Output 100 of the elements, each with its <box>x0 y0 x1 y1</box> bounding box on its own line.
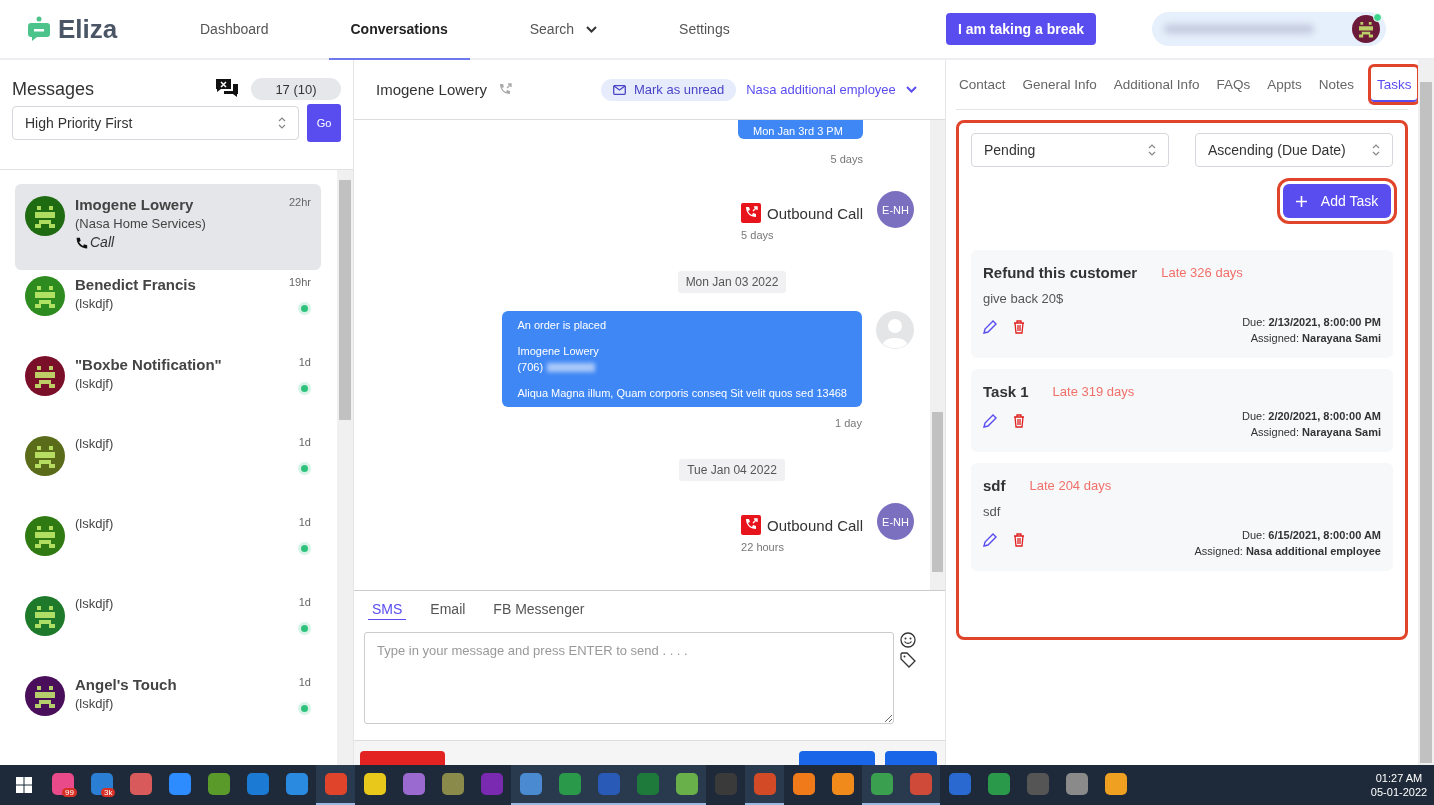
edit-icon[interactable] <box>983 414 997 428</box>
task-description: give back 20$ <box>983 291 1065 306</box>
chat-close-icon[interactable] <box>215 78 239 100</box>
task-title: Task 1 <box>983 383 1029 400</box>
agent-avatar: E-NH <box>877 503 914 540</box>
logo-text: Eliza <box>58 13 118 45</box>
task-description: sdf <box>983 504 1002 519</box>
chevron-down-icon <box>586 25 598 33</box>
emoji-icon[interactable] <box>900 632 916 648</box>
notification-badge: 3k <box>101 788 116 797</box>
channel-tab[interactable]: FB Messenger <box>489 601 589 620</box>
taskbar-app[interactable] <box>511 765 550 805</box>
delete-icon[interactable] <box>1013 320 1025 334</box>
tag-icon[interactable] <box>900 652 916 668</box>
contact-company: (lskdjf) <box>75 296 115 311</box>
contact-company: (lskdjf) <box>75 596 115 611</box>
logo-icon <box>28 16 50 42</box>
message-input[interactable]: Type in your message and press ENTER to send . . . . <box>364 632 894 724</box>
contact-name: Imogene Lowery <box>376 81 487 98</box>
time-label: 1 day <box>835 417 862 429</box>
taskbar-app[interactable]: 3k <box>82 765 121 805</box>
contact-name: "Boxbe Notification" <box>75 356 223 373</box>
taskbar-app[interactable] <box>745 765 784 805</box>
edit-icon[interactable] <box>983 533 997 547</box>
details-tab[interactable]: General Info <box>1019 71 1100 98</box>
sort-select[interactable]: High Priority First <box>12 106 300 140</box>
phone-icon <box>75 237 88 250</box>
sort-icon <box>1148 143 1156 157</box>
time-label: 1d <box>298 356 311 368</box>
agent-avatar: E-NH <box>877 191 914 228</box>
task-due: Due: 2/13/2021, 8:00:00 PM <box>1242 316 1381 328</box>
taskbar-app[interactable] <box>862 765 901 805</box>
clock-date: 05-01-2022 <box>1370 786 1428 798</box>
taskbar-app[interactable] <box>667 765 706 805</box>
time-label: 1d <box>298 436 311 448</box>
task-status: Late 326 days <box>1161 265 1243 280</box>
contact-company: (lskdjf) <box>75 376 115 391</box>
task-due: Due: 6/15/2021, 8:00:00 AM <box>1242 529 1381 541</box>
task-due: Due: 2/20/2021, 8:00:00 AM <box>1242 410 1381 422</box>
agent-dropdown[interactable]: Nasa additional employee <box>746 82 917 97</box>
time-label: 1d <box>298 516 311 528</box>
message-bubble: Mon Jan 3rd 3 PM <box>738 120 863 139</box>
task-status: Late 319 days <box>1052 384 1135 399</box>
details-tab[interactable]: FAQs <box>1213 71 1254 98</box>
edit-icon[interactable] <box>983 320 997 334</box>
conversation-item[interactable]: Imogene Lowery (Nasa Home Services) Call 22hr <box>15 184 321 270</box>
time-label: 1d <box>298 596 311 608</box>
channel-label: Call <box>75 234 279 250</box>
sort-icon <box>278 116 287 130</box>
break-button[interactable]: I am taking a break <box>945 13 1096 45</box>
plus-icon <box>1295 195 1307 207</box>
windows-icon <box>15 777 32 793</box>
nav-tab[interactable]: Settings <box>657 0 752 60</box>
call-label: Outbound Call <box>741 203 863 223</box>
taskbar-app[interactable] <box>316 765 355 805</box>
go-button[interactable]: Go <box>307 104 341 142</box>
call-label: Outbound Call <box>741 515 863 535</box>
contact-name: Benedict Francis <box>75 276 197 293</box>
contact-name: Imogene Lowery <box>75 196 195 213</box>
taskbar-app[interactable]: 99 <box>43 765 82 805</box>
sort-icon <box>1372 143 1380 157</box>
clock-time: 01:27 AM <box>1375 772 1423 784</box>
message-bubble: An order is placed Imogene Lowery (706) Aliqua Magna illum, Quam corporis conseq Sit velit quos sed 13468 <box>502 311 862 407</box>
delete-icon[interactable] <box>1013 533 1025 547</box>
scrollbar[interactable] <box>930 120 945 590</box>
contact-company: (lskdjf) <box>75 696 115 711</box>
time-label: 5 days <box>741 229 774 241</box>
contact-company: (lskdjf) <box>75 436 115 451</box>
user-menu[interactable] <box>1152 12 1386 46</box>
person-avatar <box>876 311 914 349</box>
channel-tab[interactable]: SMS <box>368 601 407 620</box>
time-label: 19hr <box>288 276 311 288</box>
task-title: sdf <box>983 477 1006 494</box>
task-assignee: Assigned: Nasa additional employee <box>1194 545 1381 557</box>
notification-badge: 99 <box>62 788 77 797</box>
details-tab[interactable]: Notes <box>1315 71 1357 98</box>
mail-icon <box>612 84 626 95</box>
time-label: 22 hours <box>741 541 784 553</box>
nav-tab[interactable]: Search <box>507 0 620 60</box>
nav-tab[interactable]: Dashboard <box>178 0 291 60</box>
scrollbar[interactable] <box>337 170 353 765</box>
details-tab[interactable]: Contact <box>956 71 1009 98</box>
task-status: Late 204 days <box>1029 478 1112 493</box>
task-assignee: Assigned: Narayana Sami <box>1250 426 1381 438</box>
chevron-down-icon <box>905 86 917 93</box>
filter-select[interactable]: Ascending (Due Date) <box>1195 133 1393 167</box>
panel-title: Messages <box>12 78 96 100</box>
filter-select[interactable]: Pending <box>971 133 1169 167</box>
task-assignee: Assigned: Narayana Sami <box>1250 332 1381 344</box>
time-label: 1d <box>298 676 311 688</box>
details-tab[interactable]: Additional Info <box>1110 71 1203 98</box>
mark-unread-button[interactable]: Mark as unread <box>600 78 737 101</box>
channel-tab[interactable]: Email <box>426 601 470 620</box>
scrollbar[interactable] <box>1418 60 1434 765</box>
task-title: Refund this customer <box>983 264 1138 281</box>
delete-icon[interactable] <box>1013 414 1025 428</box>
details-tab[interactable]: Appts <box>1264 71 1305 98</box>
time-label: 5 days <box>830 153 863 165</box>
contact-name: Angel's Touch <box>75 676 178 693</box>
taskbar-app[interactable] <box>901 765 940 805</box>
